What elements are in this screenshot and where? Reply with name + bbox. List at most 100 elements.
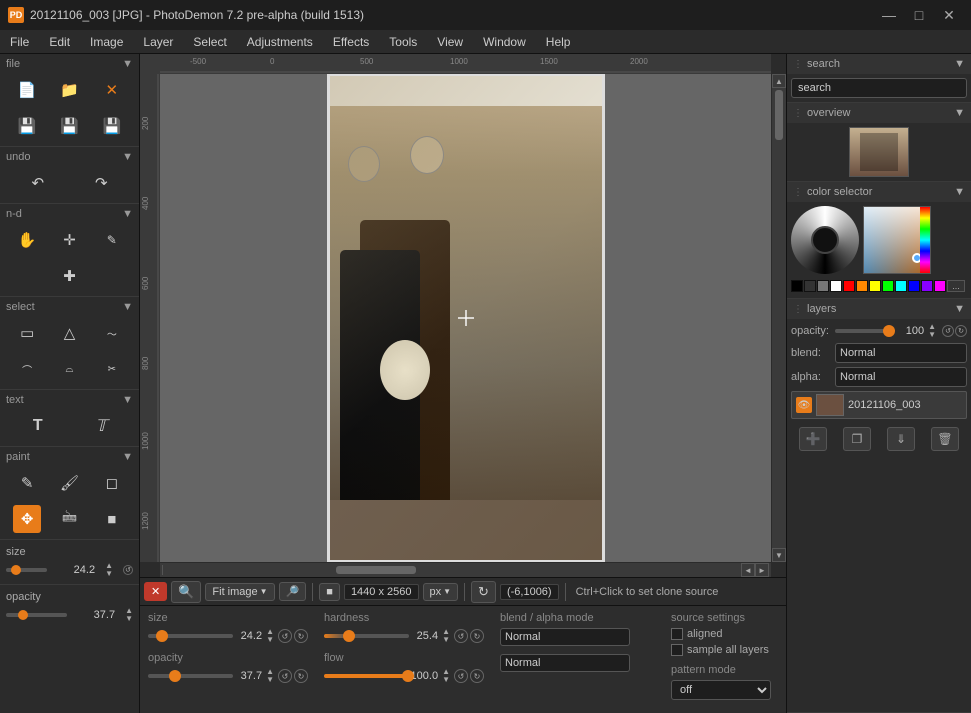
paint-bucket-tool[interactable]: 🖮	[55, 505, 83, 533]
menu-view[interactable]: View	[427, 30, 473, 53]
alpha-select[interactable]: Normal Multiply Screen	[500, 654, 630, 672]
hardness-reset-r[interactable]: ↻	[470, 629, 484, 643]
opacity-layer-down[interactable]: ▼	[928, 331, 936, 339]
rect-select-tool[interactable]: ▭	[13, 319, 41, 347]
zoom-out-btn[interactable]: 🔎	[279, 582, 307, 601]
color-hue-gradient[interactable]	[863, 206, 931, 274]
clone-tool[interactable]: ✥	[13, 505, 41, 533]
swatch-cyan[interactable]	[895, 280, 907, 292]
zoom-in-icon[interactable]: 🔍	[171, 581, 201, 603]
swatch-red[interactable]	[843, 280, 855, 292]
color-wheel-bw[interactable]	[791, 206, 859, 274]
menu-file[interactable]: File	[0, 30, 39, 53]
lasso-tool[interactable]: 〜	[98, 319, 126, 347]
duplicate-layer-button[interactable]: ❐	[843, 427, 871, 451]
redo-button[interactable]: ↷	[87, 169, 115, 197]
opacity-down-arrow[interactable]: ▼	[125, 615, 133, 623]
undo-button[interactable]: ↶	[24, 169, 52, 197]
size-reset-btn[interactable]: ↺	[123, 565, 133, 575]
blend-select-wrapper[interactable]: Normal Multiply Screen	[835, 343, 967, 363]
alpha-select-container[interactable]: Normal Multiply Screen	[500, 654, 655, 672]
canvas-scroll-area[interactable]	[160, 74, 771, 562]
cancel-tool-button[interactable]: ✕	[144, 582, 167, 601]
search-header[interactable]: ⋮ search ▼	[787, 54, 971, 74]
size-slider-thumb[interactable]	[11, 565, 21, 575]
undo-section-header[interactable]: undo ▼	[0, 149, 139, 165]
text-special-tool[interactable]: 𝕋	[87, 412, 115, 440]
menu-help[interactable]: Help	[536, 30, 581, 53]
hardness-arrows[interactable]: ▲ ▼	[442, 628, 450, 644]
scrollbar-h-thumb[interactable]	[336, 566, 416, 574]
save-button[interactable]: 💾	[13, 112, 41, 140]
size-spinner[interactable]: ▲ ▼	[105, 562, 113, 578]
swatch-purple[interactable]	[921, 280, 933, 292]
layers-header[interactable]: ⋮ layers ▼	[787, 299, 971, 319]
layer-visibility-toggle[interactable]: 👁	[796, 397, 812, 413]
opacity-bottom-thumb[interactable]	[169, 670, 181, 682]
hardness-reset-l[interactable]: ↺	[454, 629, 468, 643]
aligned-checkbox[interactable]	[671, 628, 683, 640]
crop-tool[interactable]: ✚	[56, 262, 84, 290]
list-item[interactable]: 👁 20121106_003	[791, 391, 967, 419]
swatch-blue[interactable]	[908, 280, 920, 292]
search-input[interactable]	[791, 78, 967, 98]
unit-selector[interactable]: px ▼	[423, 583, 459, 601]
opacity-reset-right[interactable]: ↻	[294, 669, 308, 683]
opacity-spinner[interactable]: ▲ ▼	[125, 607, 133, 623]
hardness-thumb[interactable]	[343, 630, 355, 642]
blend-select-container[interactable]: Normal Multiply Screen	[500, 628, 655, 646]
color-selector-header[interactable]: ⋮ color selector ▼	[787, 182, 971, 202]
close-file-button[interactable]: ✕	[98, 76, 126, 104]
swatch-white[interactable]	[830, 280, 842, 292]
fit-image-select[interactable]: Fit image ▼	[205, 583, 274, 601]
size-slider[interactable]	[6, 568, 47, 572]
freehand-select-tool[interactable]: ⌓	[55, 355, 83, 383]
swatch-orange[interactable]	[856, 280, 868, 292]
opacity-reset-left[interactable]: ↺	[278, 669, 292, 683]
menu-layer[interactable]: Layer	[133, 30, 183, 53]
nd-section-header[interactable]: n-d ▼	[0, 206, 139, 222]
export-button[interactable]: 💾	[98, 112, 126, 140]
pattern-select-container[interactable]: off on	[671, 680, 786, 700]
opacity-layer-redo-btn[interactable]: ↻	[955, 325, 967, 337]
pattern-select[interactable]: off on	[671, 680, 771, 700]
opacity-layer-arrows[interactable]: ▲ ▼	[928, 323, 936, 339]
add-layer-button[interactable]: ➕	[799, 427, 827, 451]
hand-tool[interactable]: ✋	[13, 226, 41, 254]
menu-edit[interactable]: Edit	[39, 30, 80, 53]
overview-header[interactable]: ⋮ overview ▼	[787, 103, 971, 123]
ellipse-select-tool[interactable]: △	[55, 319, 83, 347]
polygon-select-tool[interactable]: ⌒	[13, 355, 41, 383]
move-tool[interactable]: ✛	[55, 226, 83, 254]
blend-select[interactable]: Normal Multiply Screen	[500, 628, 630, 646]
close-button[interactable]: ✕	[935, 4, 963, 26]
menu-window[interactable]: Window	[473, 30, 536, 53]
layers-blend-select[interactable]: Normal Multiply Screen	[835, 343, 967, 363]
layers-opacity-slider[interactable]	[835, 329, 888, 333]
text-tool[interactable]: T	[24, 412, 52, 440]
pencil-tool[interactable]: ✎	[13, 469, 41, 497]
color-replace-tool[interactable]: ■	[98, 505, 126, 533]
minimize-button[interactable]: —	[875, 4, 903, 26]
menu-effects[interactable]: Effects	[323, 30, 379, 53]
scrollbar-horizontal[interactable]: ◄ ►	[160, 563, 771, 577]
scroll-left-btn[interactable]: ◄	[741, 563, 755, 577]
size-bottom-thumb[interactable]	[156, 630, 168, 642]
save-as-button[interactable]: 💾	[55, 112, 83, 140]
flow-slider[interactable]	[324, 674, 407, 678]
layers-opacity-thumb[interactable]	[883, 325, 895, 337]
flow-reset-l[interactable]: ↺	[454, 669, 468, 683]
hardness-down[interactable]: ▼	[442, 636, 450, 644]
swatch-black[interactable]	[791, 280, 803, 292]
menu-image[interactable]: Image	[80, 30, 133, 53]
opacity-b-down[interactable]: ▼	[266, 676, 274, 684]
size-bottom-arrows[interactable]: ▲ ▼	[266, 628, 274, 644]
opacity-layer-reset-btn[interactable]: ↺	[942, 325, 954, 337]
sample-all-checkbox[interactable]	[671, 644, 683, 656]
menu-select[interactable]: Select	[183, 30, 236, 53]
maximize-button[interactable]: □	[905, 4, 933, 26]
eyedropper-tool[interactable]: ✎	[98, 226, 126, 254]
file-section-header[interactable]: file ▼	[0, 56, 139, 72]
size-reset[interactable]: ↺	[123, 565, 133, 575]
flow-reset-r[interactable]: ↻	[470, 669, 484, 683]
